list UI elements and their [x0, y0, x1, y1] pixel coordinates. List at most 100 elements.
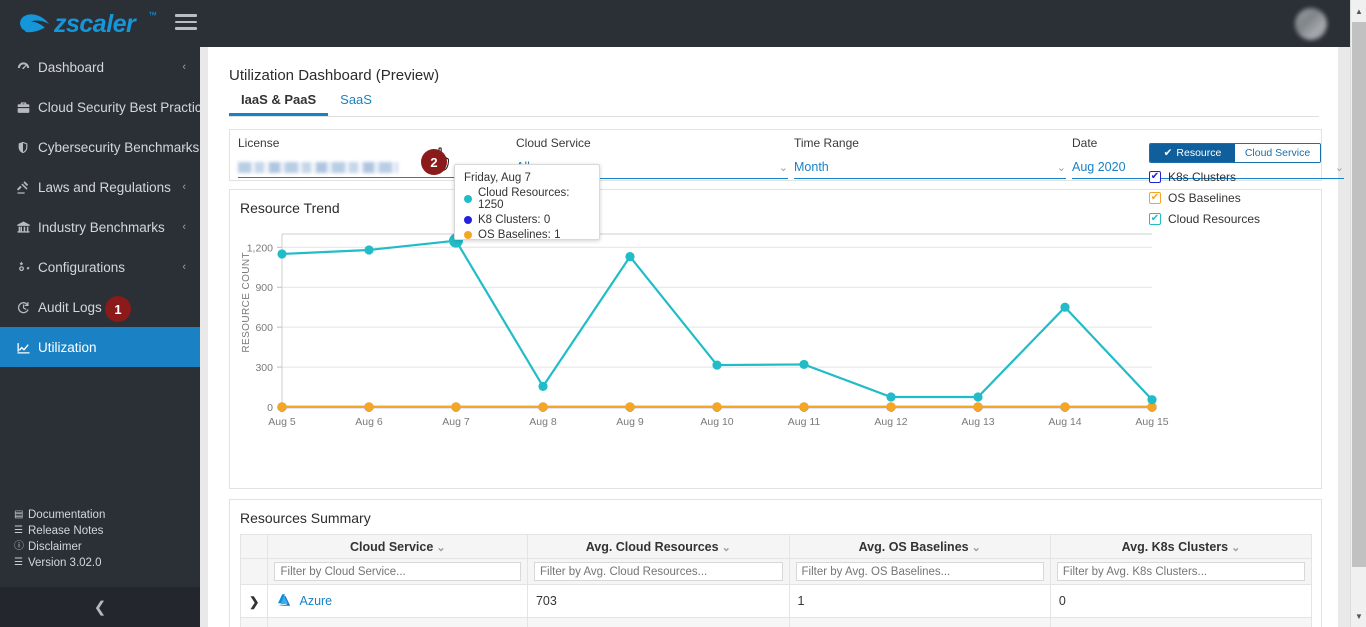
chevron-left-icon: ‹: [182, 61, 186, 73]
scroll-up-arrow-icon[interactable]: ▲: [1351, 2, 1366, 20]
footer-link-version[interactable]: ☰ Version 3.02.0: [14, 555, 105, 571]
sidebar-item-label: Industry Benchmarks: [38, 219, 165, 235]
sort-chevron-icon[interactable]: ⌄: [436, 542, 445, 554]
sidebar-item-label: Configurations: [38, 259, 126, 275]
sidebar-item-configurations[interactable]: Configurations ‹: [0, 247, 200, 287]
legend-item-k8s-clusters[interactable]: ✔ K8s Clusters: [1149, 170, 1321, 184]
sidebar-item-dashboard[interactable]: Dashboard ‹: [0, 47, 200, 87]
resource-trend-chart[interactable]: 0 300 600 900 1,200 Aug 5 Aug 6 Aug 7 Aug 8 Aug 9…: [230, 222, 1323, 437]
toggle-resource[interactable]: ✔ Resource: [1150, 144, 1235, 162]
sort-chevron-icon[interactable]: ⌄: [722, 542, 731, 554]
gavel-icon: [16, 180, 38, 195]
table-filter-spacer: [239, 558, 269, 585]
top-bar: zscaler ™: [0, 0, 1350, 47]
chevron-down-icon: ⌄: [1056, 162, 1066, 174]
row-expand-button[interactable]: ❯: [239, 617, 269, 627]
logo-trademark: ™: [148, 10, 157, 20]
chevron-down-icon: ⌄: [778, 162, 788, 174]
book-icon: ▤: [14, 509, 24, 520]
filter-input-avg-k8s-clusters[interactable]: [1056, 562, 1305, 581]
zscaler-swoosh-icon: [20, 14, 49, 33]
tooltip-series-dot: [464, 195, 472, 203]
cell-cloud-service: awsAWS: [267, 617, 528, 627]
sort-chevron-icon[interactable]: ⌄: [1231, 542, 1240, 554]
cell-cloud-service: Azure: [267, 584, 528, 618]
chart-legend-panel: ✔ Resource Cloud Service ✔ K8s Clusters ✔ OS …: [1149, 143, 1321, 226]
footer-link-disclaimer[interactable]: ⓘ Disclaimer: [14, 539, 105, 555]
scroll-down-arrow-icon[interactable]: ▼: [1351, 607, 1366, 625]
tooltip-row-label: K8 Clusters: 0: [478, 214, 551, 226]
main-content: Utilization Dashboard (Preview) IaaS & P…: [200, 47, 1350, 627]
filter-select-time-range[interactable]: Month ⌄: [794, 160, 1066, 179]
sidebar-item-cloud-security-best-practices[interactable]: Cloud Security Best Practices: [0, 87, 216, 127]
legend-label: OS Baselines: [1168, 191, 1241, 205]
filter-cell-avg-cloud-resources: [526, 558, 790, 585]
tab-iaas-paas[interactable]: IaaS & PaaS: [229, 92, 329, 116]
cell-service-label: Azure: [299, 594, 333, 608]
check-circle-icon: ✔: [1163, 147, 1173, 159]
chevron-right-icon: ❯: [249, 594, 260, 609]
filter-value: Aug 2020: [1072, 160, 1126, 174]
checkbox-cloud-resources[interactable]: ✔: [1149, 213, 1161, 225]
legend-mode-toggle[interactable]: ✔ Resource Cloud Service: [1149, 143, 1321, 163]
column-header-avg-k8s-clusters[interactable]: Avg. K8s Clusters ⌄: [1049, 534, 1313, 559]
svg-text:Aug 11: Aug 11: [788, 416, 821, 428]
azure-icon: [276, 593, 292, 610]
legend-item-os-baselines[interactable]: ✔ OS Baselines: [1149, 191, 1321, 205]
user-avatar[interactable]: [1295, 8, 1327, 40]
tab-saas[interactable]: SaaS: [328, 92, 384, 113]
sidebar-nav: Dashboard ‹ Cloud Security Best Practices C…: [0, 47, 216, 367]
sidebar-item-label: Audit Logs: [38, 299, 102, 315]
scrollbar-thumb[interactable]: [1352, 22, 1366, 567]
tooltip-title: Friday, Aug 7: [464, 172, 531, 184]
sidebar-item-audit-logs[interactable]: Audit Logs: [0, 287, 200, 327]
legend-list: ✔ K8s Clusters ✔ OS Baselines ✔ Cloud Resourc…: [1149, 170, 1321, 226]
table-row[interactable]: ❯awsAWS4,66630: [239, 617, 1313, 627]
tooltip-row-label: OS Baselines: 1: [478, 229, 561, 241]
page-card: Utilization Dashboard (Preview) IaaS & P…: [208, 47, 1344, 627]
table-expand-header: [239, 534, 269, 559]
footer-link-documentation[interactable]: ▤ Documentation: [14, 507, 105, 523]
sidebar-item-cybersecurity-benchmarks[interactable]: Cybersecurity Benchmarks ‹: [0, 127, 200, 167]
table-row[interactable]: ❯ Azure 703 1 0: [239, 584, 1313, 618]
annotation-badge-2: 2: [421, 149, 447, 175]
column-header-cloud-service[interactable]: Cloud Service ⌄: [267, 534, 528, 559]
svg-text:900: 900: [255, 282, 273, 294]
svg-text:0: 0: [267, 402, 273, 414]
cell-avg-cloud-resources: 703: [526, 584, 790, 618]
filter-input-cloud-service[interactable]: [274, 562, 521, 581]
checkbox-os-baselines[interactable]: ✔: [1149, 192, 1161, 204]
app-root: zscaler ™ Dashboard ‹ Cloud Security Best …: [0, 0, 1366, 627]
svg-text:Aug 13: Aug 13: [961, 416, 994, 428]
gears-icon: [16, 260, 38, 275]
sidebar-collapse-button[interactable]: ❮: [0, 587, 200, 627]
chevron-left-icon: ❮: [93, 599, 107, 616]
cell-avg-os-baselines: 3: [788, 617, 1051, 627]
filter-input-avg-os-baselines[interactable]: [795, 562, 1044, 581]
footer-link-release-notes[interactable]: ☰ Release Notes: [14, 523, 105, 539]
column-header-avg-cloud-resources[interactable]: Avg. Cloud Resources ⌄: [526, 534, 790, 559]
page-scrollbar[interactable]: ▲ ▼: [1350, 0, 1366, 627]
cell-avg-cloud-resources: 4,666: [526, 617, 790, 627]
zscaler-logo[interactable]: zscaler ™: [18, 8, 158, 38]
sidebar-item-industry-benchmarks[interactable]: Industry Benchmarks ‹: [0, 207, 200, 247]
toggle-cloud-service[interactable]: Cloud Service: [1235, 144, 1320, 162]
column-header-avg-os-baselines[interactable]: Avg. OS Baselines ⌄: [788, 534, 1051, 559]
sidebar-item-laws-and-regulations[interactable]: Laws and Regulations ‹: [0, 167, 200, 207]
chevron-left-icon: ‹: [182, 181, 186, 193]
sidebar-item-utilization[interactable]: Utilization: [0, 327, 200, 367]
svg-text:600: 600: [255, 322, 273, 334]
filter-value: Month: [794, 160, 829, 174]
column-header-label: Avg. Cloud Resources: [585, 539, 719, 554]
gauge-icon: [16, 60, 38, 75]
resources-summary-table: Cloud Service ⌄ Avg. Cloud Resources ⌄ Avg. …: [239, 534, 1313, 627]
hamburger-icon[interactable]: [175, 14, 197, 32]
filter-input-avg-cloud-resources[interactable]: [533, 562, 783, 581]
sort-chevron-icon[interactable]: ⌄: [972, 542, 981, 554]
legend-item-cloud-resources[interactable]: ✔ Cloud Resources: [1149, 212, 1321, 226]
svg-text:Aug 7: Aug 7: [442, 416, 470, 428]
checkbox-k8s-clusters[interactable]: ✔: [1149, 171, 1161, 183]
row-expand-button[interactable]: ❯: [239, 584, 269, 618]
tooltip-series-dot: [464, 231, 472, 239]
chevron-left-icon: ‹: [182, 261, 186, 273]
